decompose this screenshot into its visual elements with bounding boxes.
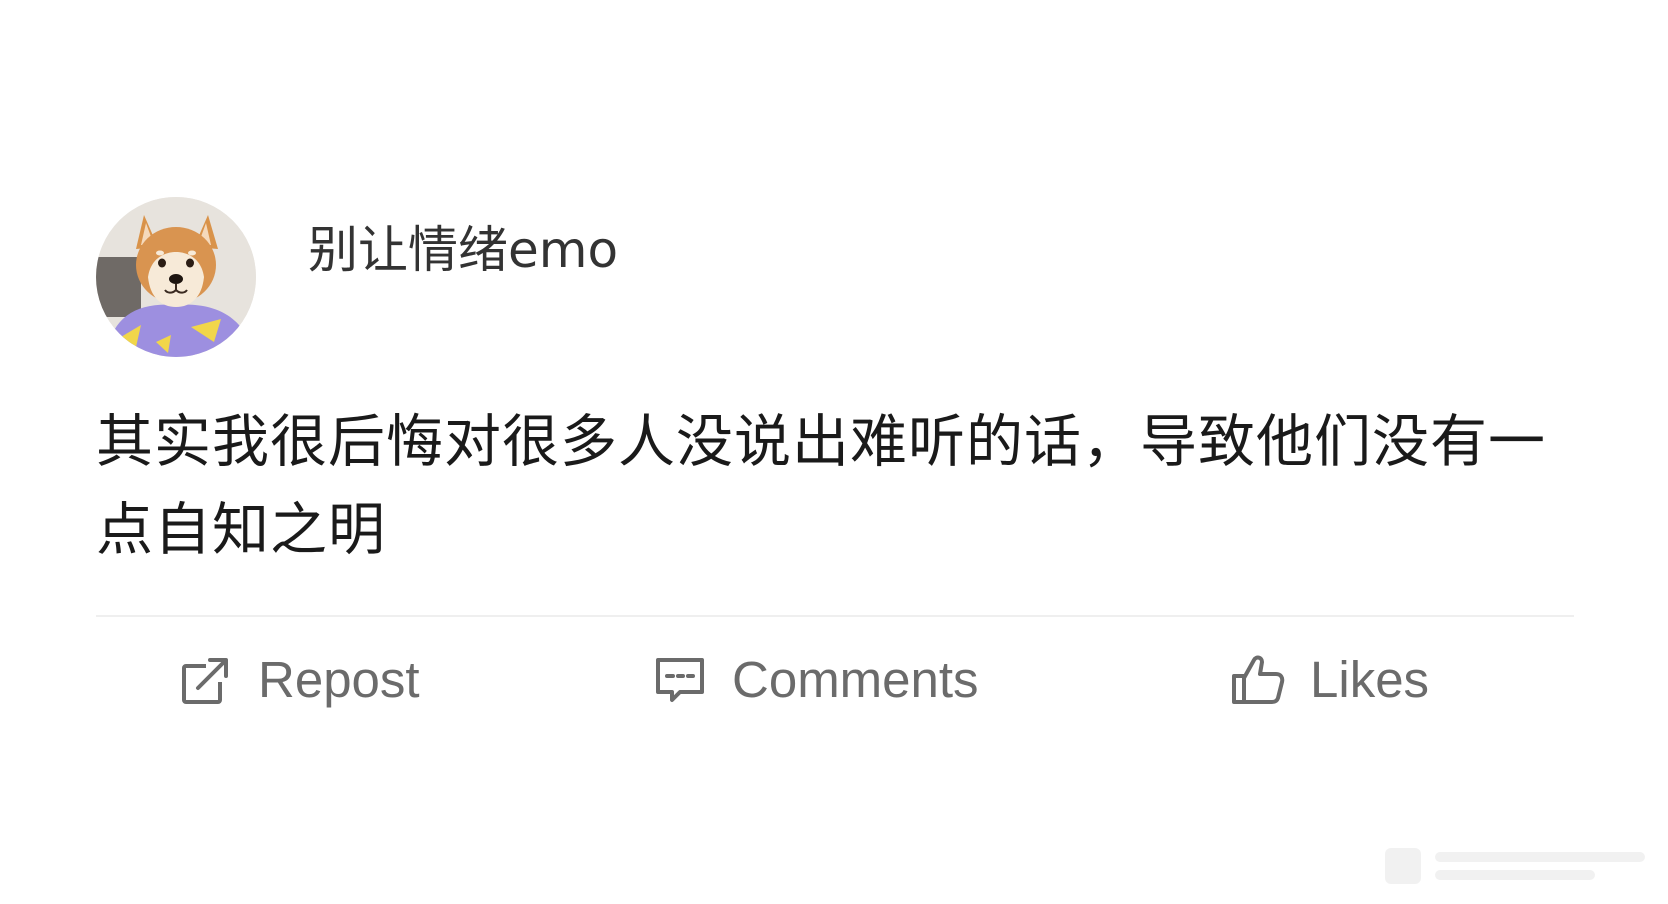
likes-label: Likes	[1310, 651, 1430, 708]
shiba-avatar-image	[96, 197, 256, 357]
comment-icon	[652, 652, 708, 708]
likes-button[interactable]: Likes	[1230, 640, 1429, 720]
avatar[interactable]	[96, 197, 256, 357]
watermark	[1385, 838, 1655, 894]
comments-label: Comments	[732, 651, 979, 708]
repost-icon	[178, 652, 234, 708]
repost-button[interactable]: Repost	[178, 640, 420, 720]
thumbs-up-icon	[1230, 652, 1286, 708]
divider	[96, 615, 1574, 617]
comments-button[interactable]: Comments	[652, 640, 979, 720]
post-text: 其实我很后悔对很多人没说出难听的话，导致他们没有一点自知之明	[96, 409, 1546, 563]
repost-label: Repost	[258, 651, 420, 708]
username[interactable]: 别让情绪emo	[308, 218, 618, 282]
post-card: 别让情绪emo 其实我很后悔对很多人没说出难听的话，导致他们没有一点自知之明 R…	[0, 0, 1668, 904]
